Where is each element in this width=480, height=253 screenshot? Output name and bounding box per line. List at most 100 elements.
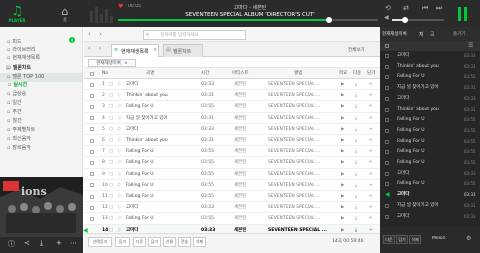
row-title[interactable]: Falling For U	[126, 157, 196, 168]
footer-button[interactable]: 담기	[148, 237, 161, 247]
sidebar-item[interactable]: ▫ 피드	[7, 38, 22, 45]
sidebar-item[interactable]: ▫ 라이브러리	[7, 46, 35, 53]
download-icon[interactable]: ⤓	[355, 169, 357, 180]
add-icon[interactable]: +	[369, 101, 373, 112]
playlist-item-title[interactable]: Thinkin' about you	[397, 105, 439, 116]
row-title[interactable]: Falling For U	[126, 191, 196, 202]
playlist-item[interactable]: 고마다 03:33	[380, 212, 480, 223]
row-title[interactable]: Falling For U	[126, 169, 196, 180]
row-album[interactable]: SEVENTEEN SPECIAL ...	[268, 213, 336, 224]
playlist-item-checkbox[interactable]	[385, 96, 389, 101]
download-icon[interactable]: ⤓	[355, 157, 357, 168]
row-title[interactable]: Falling For U	[126, 213, 196, 224]
playlist-item-title[interactable]: Falling For U	[397, 137, 425, 148]
row-title[interactable]: 고마다	[126, 202, 196, 213]
download-icon[interactable]: ⤓	[355, 124, 357, 135]
row-checkbox[interactable]	[90, 172, 94, 177]
play-icon[interactable]: ▶	[341, 191, 344, 202]
row-title[interactable]: 고마다	[126, 124, 196, 135]
row-artist[interactable]: 세븐틴	[234, 169, 246, 180]
row-artist[interactable]: 세븐틴	[234, 157, 246, 168]
row-checkbox[interactable]	[90, 116, 94, 121]
footer-button[interactable]: 선택듣기	[88, 237, 112, 247]
playlist-item-checkbox[interactable]	[385, 161, 389, 165]
table-row[interactable]: 2 ▢ ♫ Thinkin' about you 03:31 세븐틴 SEVENTEEN S…	[84, 90, 380, 102]
sidebar-item[interactable]: ▫ 장르음악	[7, 144, 31, 151]
play-icon[interactable]: ▶	[341, 79, 344, 90]
playlist-item-checkbox[interactable]	[385, 86, 389, 91]
row-title[interactable]: Falling For U	[126, 146, 196, 157]
row-title[interactable]: 고마다	[126, 79, 196, 90]
share-icon[interactable]: ≺	[24, 239, 30, 247]
playlist-item-title[interactable]: Falling For U	[397, 158, 425, 169]
column-artist[interactable]: 아티스트	[232, 68, 249, 79]
sidebar-item[interactable]: ▫ 멜론 TOP 100	[7, 73, 44, 80]
row-artist[interactable]: 세븐틴	[234, 79, 246, 90]
table-row[interactable]: 12 ▢ ♫ 고마다 03:33 세븐틴 SEVENTEEN SPECIAL ... ▶ ⤓ +	[84, 202, 380, 214]
volume-knob[interactable]	[402, 17, 408, 23]
playlist-item-checkbox[interactable]	[385, 171, 389, 176]
playlist-item-title[interactable]: Thinkin' about you	[397, 62, 439, 73]
table-row[interactable]: 3 ▢ ♫ Falling For U 03:55 세븐틴 SEVENTEEN SPECIA…	[84, 101, 380, 113]
table-row[interactable]: 7 ▢ ♫ Falling For U 03:55 세븐틴 SEVENTEEN SPECIA…	[84, 146, 380, 158]
playlist-footer-button[interactable]: 다운	[383, 235, 395, 244]
playlist-item[interactable]: Thinkin' about you 03:31	[380, 62, 480, 73]
play-icon[interactable]: ▶	[341, 213, 344, 224]
add-icon[interactable]: +	[369, 157, 373, 168]
column-title[interactable]: 곡명	[146, 68, 154, 79]
sidebar-item[interactable]: ▤ 멜론차트	[6, 64, 31, 71]
add-icon[interactable]: +	[369, 79, 373, 90]
add-icon[interactable]: +	[369, 169, 373, 180]
play-icon[interactable]: ▶	[341, 169, 344, 180]
playlist-item-title[interactable]: 고마다	[397, 212, 409, 223]
row-title[interactable]: Thinkin' about you	[126, 90, 196, 101]
search-input[interactable]: ⌕ 검색어를 입력하세요	[143, 30, 246, 40]
sidebar-item[interactable]: ▫ 월간	[7, 117, 22, 124]
add-icon[interactable]: +	[369, 124, 373, 135]
download-icon[interactable]: ⤓	[355, 90, 357, 101]
download-icon[interactable]: ⤓	[355, 79, 357, 90]
playlist-item[interactable]: Thinkin' about you 03:31	[380, 105, 480, 116]
tab-next-icon[interactable]: ›	[99, 45, 101, 52]
row-album[interactable]: SEVENTEEN SPECIAL ...	[268, 113, 336, 124]
column-add[interactable]: 담기	[367, 68, 375, 79]
playlist-item-checkbox[interactable]	[385, 54, 389, 58]
row-album[interactable]: SEVENTEEN SPECIAL ...	[268, 157, 336, 168]
playlist-item[interactable]: Falling For U 03:55	[380, 137, 480, 148]
playlist-settings-icon[interactable]: ⚙	[466, 235, 471, 242]
view-all-link[interactable]: 전체보기	[348, 47, 365, 53]
row-artist[interactable]: 세븐틴	[234, 124, 246, 135]
row-title[interactable]: Falling For U	[126, 180, 196, 191]
table-row[interactable]: 10 ▢ ♫ Falling For U 03:55 세븐틴 SEVENTEEN SPECI…	[84, 180, 380, 191]
row-artist[interactable]: 세븐틴	[234, 90, 246, 101]
row-checkbox[interactable]	[90, 138, 94, 143]
add-icon[interactable]: +	[369, 90, 373, 101]
row-checkbox[interactable]	[90, 160, 94, 165]
add-icon[interactable]: +	[56, 239, 62, 247]
add-icon[interactable]: +	[369, 191, 373, 202]
row-title[interactable]: Thinkin' about you	[126, 135, 196, 146]
sidebar-item[interactable]: ▫ 현재재생목록	[7, 54, 40, 61]
home-button[interactable]: ⌂ 홈	[55, 4, 75, 24]
row-checkbox[interactable]	[90, 127, 94, 132]
table-row[interactable]: 6 ▢ ♫ Thinkin' about you 03:31 세븐틴 SEVENTEEN S…	[84, 135, 380, 147]
play-icon[interactable]: ▶	[341, 202, 344, 213]
row-artist[interactable]: 세븐틴	[234, 202, 246, 213]
row-artist[interactable]: 세븐틴	[234, 146, 246, 157]
playlist-item-title[interactable]: 고마다	[397, 169, 409, 180]
playlist-item[interactable]: Falling For U 03:55	[380, 72, 480, 83]
table-row[interactable]: 9 ▢ ♫ Falling For U 03:55 세븐틴 SEVENTEEN SPECIA…	[84, 169, 380, 180]
playlist-item[interactable]: Falling For U 03:55	[380, 115, 480, 126]
add-icon[interactable]: +	[369, 202, 373, 213]
playlist-item[interactable]: Falling For U 03:55	[380, 179, 480, 190]
playlist-item-title[interactable]: Falling For U	[397, 179, 425, 190]
volume-icon[interactable]: ◀	[384, 14, 389, 21]
download-icon[interactable]: ⤓	[355, 191, 357, 202]
playlist-item[interactable]: 지금 널 찾아가고 있어 03:31	[380, 83, 480, 94]
playlist-item-checkbox[interactable]	[385, 118, 389, 123]
playlist-tab-gok[interactable]: 곡	[430, 31, 435, 38]
forward-arrow-icon[interactable]: ›	[99, 30, 102, 38]
playlist-item[interactable]: Falling For U 03:55	[380, 158, 480, 169]
tab-close-icon[interactable]: ×	[153, 47, 157, 53]
download-icon[interactable]: ⤓	[355, 213, 357, 224]
